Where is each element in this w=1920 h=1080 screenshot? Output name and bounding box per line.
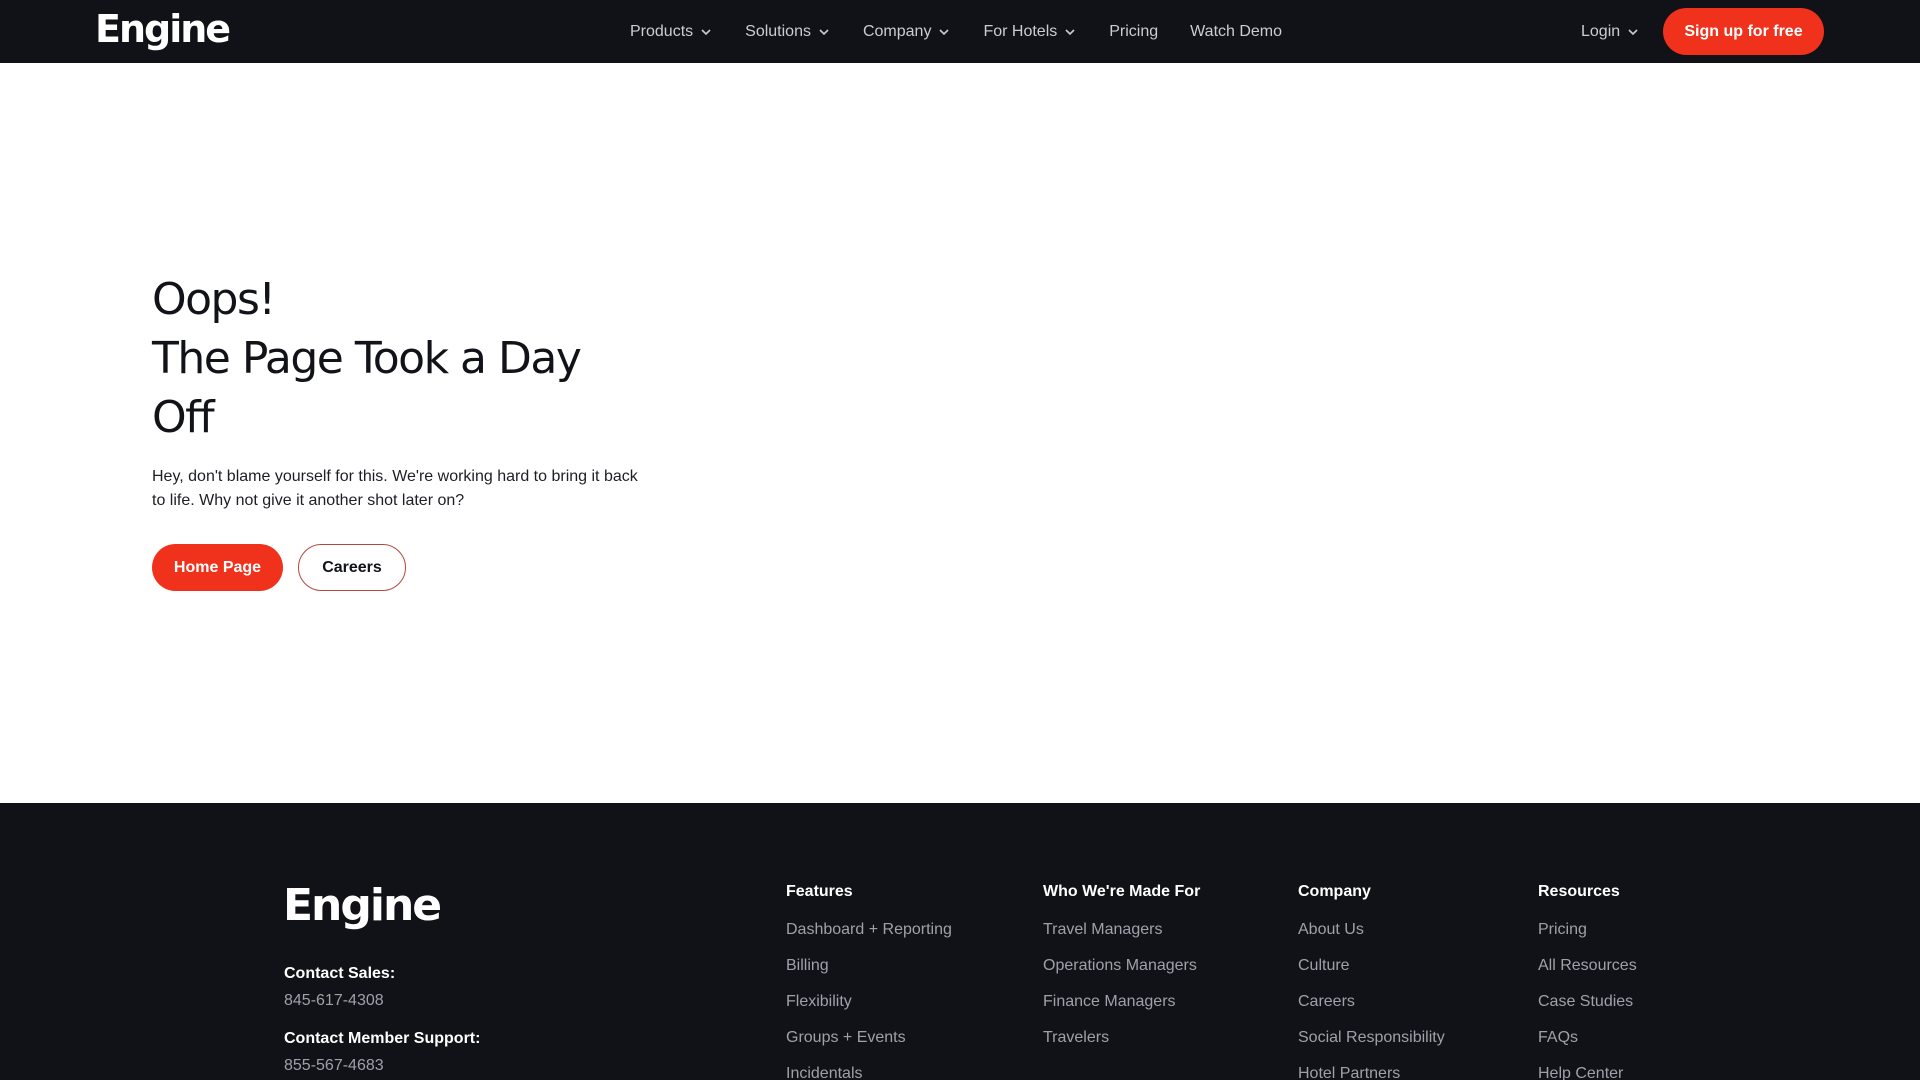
careers-button[interactable]: Careers [298, 544, 406, 591]
home-page-button[interactable]: Home Page [152, 544, 283, 591]
chevron-down-icon [817, 25, 831, 39]
footer-link[interactable]: Incidentals [786, 1063, 952, 1080]
contact-support: Contact Member Support: 855-567-4683 [284, 1028, 480, 1077]
footer-link[interactable]: Travel Managers [1043, 919, 1200, 941]
footer-link[interactable]: Travelers [1043, 1027, 1200, 1049]
footer-link[interactable]: Careers [1298, 991, 1445, 1013]
nav-products[interactable]: Products [630, 23, 713, 41]
footer-column-resources: Resources Pricing All Resources Case Stu… [1538, 881, 1637, 1080]
footer-link[interactable]: Operations Managers [1043, 955, 1200, 977]
footer-link[interactable]: Groups + Events [786, 1027, 952, 1049]
engine-logo[interactable]: Engine [95, 4, 231, 54]
contact-support-phone[interactable]: 855-567-4683 [284, 1055, 480, 1077]
nav-products-label: Products [630, 22, 694, 40]
chevron-down-icon [1063, 25, 1077, 39]
footer-column-company: Company About Us Culture Careers Social … [1298, 881, 1445, 1080]
nav-solutions-label: Solutions [745, 22, 811, 40]
title-line-2: The Page Took a Day [152, 333, 582, 384]
footer-link[interactable]: Social Responsibility [1298, 1027, 1445, 1049]
footer-link[interactable]: Culture [1298, 955, 1445, 977]
footer-column-title: Resources [1538, 883, 1620, 900]
title-line-3: Off [152, 392, 215, 443]
sign-up-button[interactable]: Sign up for free [1663, 8, 1824, 55]
login-label: Login [1581, 22, 1621, 40]
footer-link[interactable]: About Us [1298, 919, 1445, 941]
nav-for-hotels[interactable]: For Hotels [983, 23, 1077, 41]
chevron-down-icon [699, 25, 713, 39]
footer-link[interactable]: All Resources [1538, 955, 1637, 977]
nav-company[interactable]: Company [863, 23, 951, 41]
footer-column-title: Who We're Made For [1043, 883, 1201, 900]
footer-link[interactable]: Billing [786, 955, 952, 977]
nav-watch-demo[interactable]: Watch Demo [1190, 23, 1282, 41]
footer-column-title: Company [1298, 883, 1371, 900]
footer-column-features: Features Dashboard + Reporting Billing F… [786, 881, 952, 1080]
chevron-down-icon [937, 25, 951, 39]
error-hero: Oops! The Page Took a Day Off Hey, don't… [152, 270, 672, 513]
footer-link[interactable]: Pricing [1538, 919, 1637, 941]
title-line-1: Oops! [152, 274, 276, 325]
main-nav: Products Solutions Company For Hotels Pr… [630, 0, 1314, 63]
footer-link[interactable]: Flexibility [786, 991, 952, 1013]
contact-support-label: Contact Member Support: [284, 1030, 481, 1047]
login-menu[interactable]: Login [1581, 0, 1640, 63]
chevron-down-icon [1626, 25, 1640, 39]
top-navigation-bar: Engine Products Solutions Company For Ho… [0, 0, 1920, 63]
footer-engine-logo[interactable]: Engine [283, 878, 442, 934]
footer-link[interactable]: Help Center [1538, 1063, 1637, 1080]
footer-link[interactable]: Dashboard + Reporting [786, 919, 952, 941]
footer-link[interactable]: Finance Managers [1043, 991, 1200, 1013]
site-footer: Engine Contact Sales: 845-617-4308 Conta… [0, 803, 1920, 1080]
footer-column-title: Features [786, 883, 853, 900]
hero-actions: Home Page Careers [152, 544, 406, 591]
footer-link[interactable]: Case Studies [1538, 991, 1637, 1013]
footer-column-who-were-made-for: Who We're Made For Travel Managers Opera… [1043, 881, 1200, 1063]
contact-sales-label: Contact Sales: [284, 965, 396, 982]
nav-solutions[interactable]: Solutions [745, 23, 831, 41]
contact-sales-phone[interactable]: 845-617-4308 [284, 990, 395, 1012]
contact-sales: Contact Sales: 845-617-4308 [284, 963, 395, 1012]
error-description: Hey, don't blame yourself for this. We'r… [152, 468, 638, 509]
footer-link[interactable]: Hotel Partners [1298, 1063, 1445, 1080]
nav-company-label: Company [862, 22, 932, 40]
nav-for-hotels-label: For Hotels [983, 22, 1058, 40]
page-title: Oops! The Page Took a Day Off [152, 270, 672, 447]
nav-pricing[interactable]: Pricing [1109, 23, 1158, 41]
footer-link[interactable]: FAQs [1538, 1027, 1637, 1049]
